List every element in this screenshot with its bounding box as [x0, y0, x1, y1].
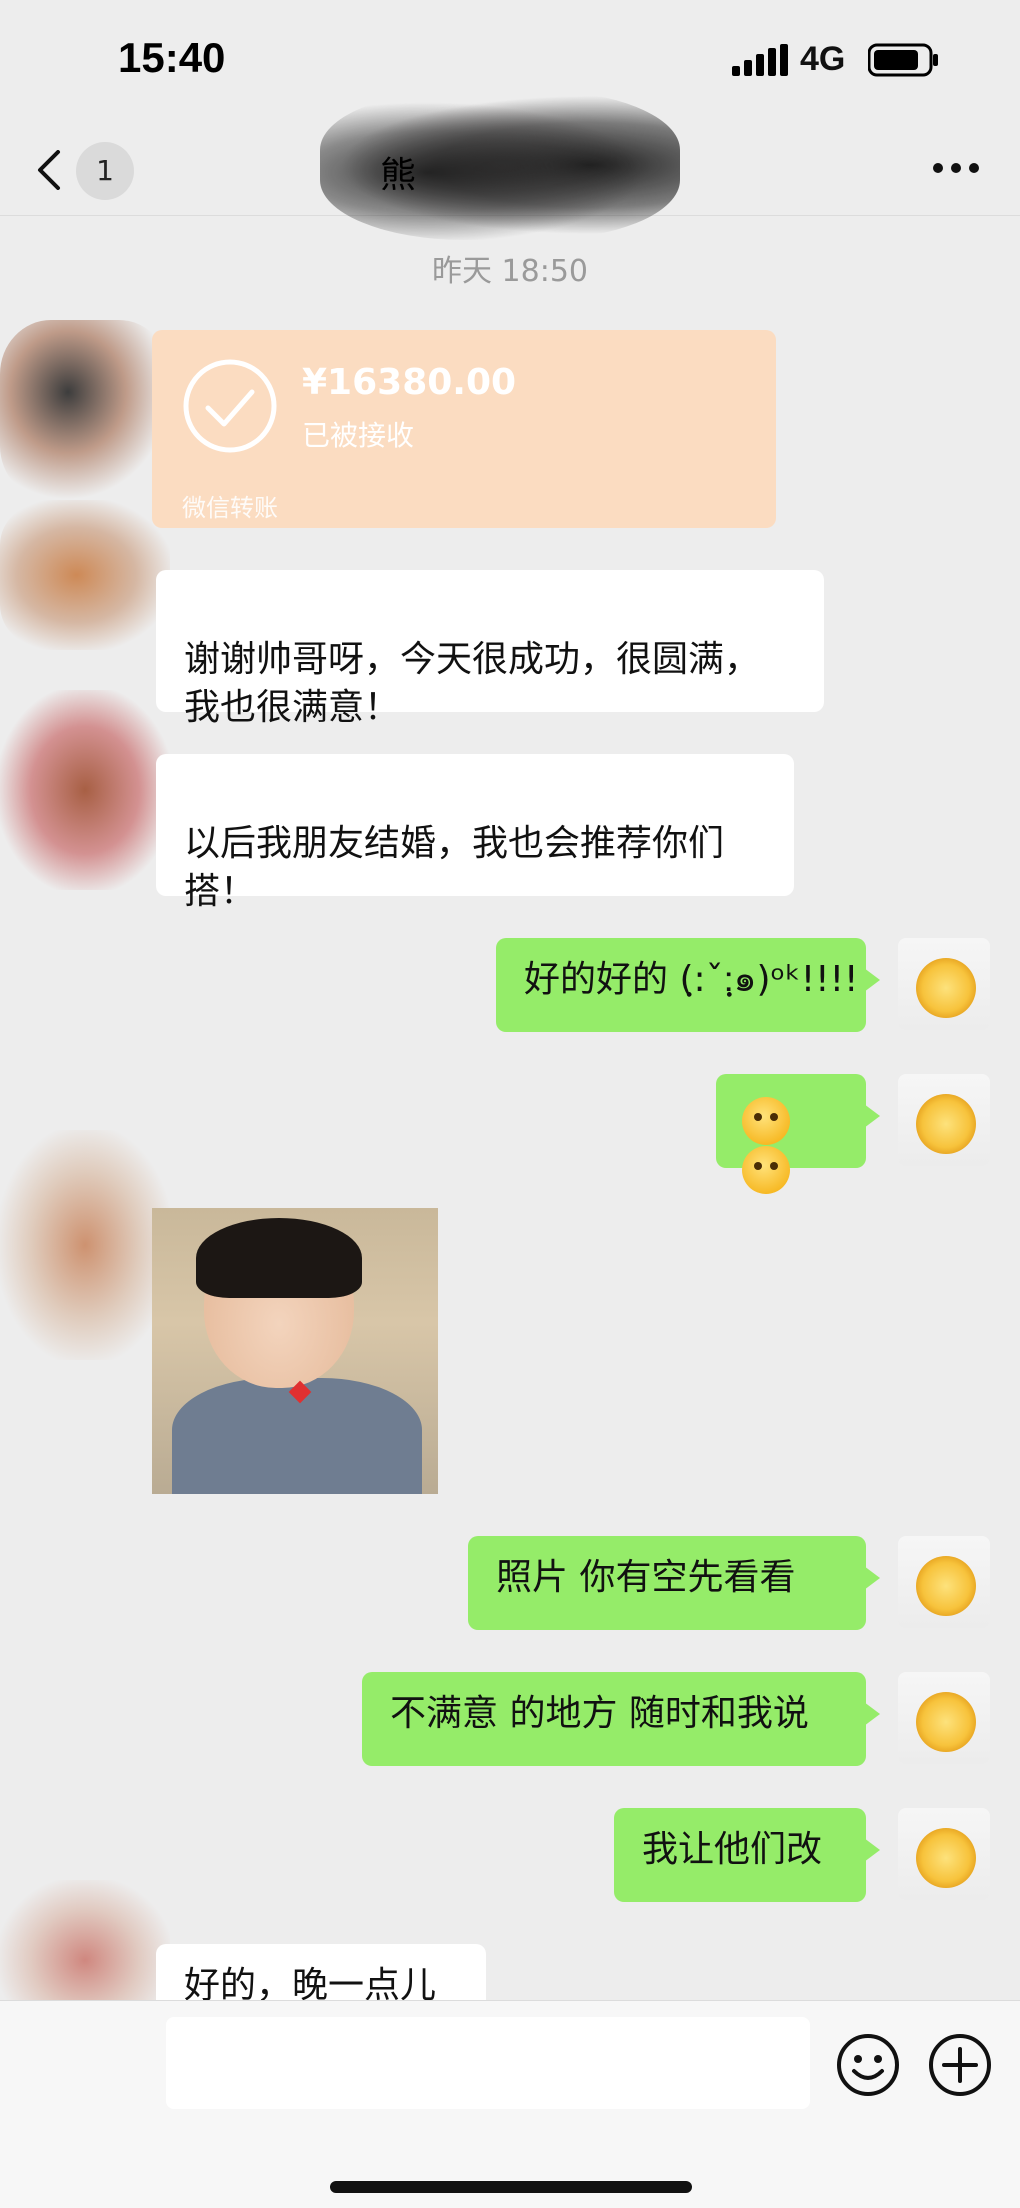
plus-circle-icon[interactable]	[928, 2033, 992, 2097]
chat-header: 1 熊	[0, 90, 1020, 240]
status-time: 15:40	[118, 34, 226, 81]
contact-name: 熊	[380, 155, 417, 196]
wink-emoji	[742, 1097, 790, 1145]
lemon-image	[916, 958, 976, 1018]
transfer-amount: ¥16380.00	[302, 362, 517, 403]
message-input[interactable]	[166, 2017, 810, 2109]
transfer-card[interactable]: ¥16380.00 已被接收 微信转账	[152, 330, 776, 528]
incoming-message[interactable]: 以后我朋友结婚，我也会推荐你们 搭！	[156, 754, 794, 912]
chevron-left-icon	[38, 150, 60, 190]
lemon-image	[916, 1692, 976, 1752]
message-text: 好的好的 (ฺ:ˇ:ฺ๑)ᵒᵏ!!!!	[524, 959, 859, 1000]
message-text: 不满意 的地方 随时和我说	[390, 1693, 809, 1734]
message-timestamp: 昨天 18:50	[432, 254, 588, 289]
lemon-image	[916, 1828, 976, 1888]
self-avatar[interactable]	[898, 1074, 990, 1166]
signal-icon	[732, 44, 788, 76]
contact-avatar-redacted	[0, 1130, 170, 1360]
outgoing-message[interactable]: 我让他们改	[614, 1808, 880, 1902]
network-label: 4G	[800, 40, 846, 78]
outgoing-message[interactable]	[716, 1074, 880, 1194]
check-circle-icon	[183, 359, 277, 453]
unread-badge: 1	[76, 142, 134, 200]
incoming-message[interactable]: 好的，晚一点儿	[156, 1944, 486, 2000]
outgoing-message[interactable]: 照片 你有空先看看	[468, 1536, 880, 1630]
message-text: 好的，晚一点儿	[184, 1965, 437, 2000]
home-indicator	[330, 2181, 692, 2193]
input-bar	[0, 2000, 1020, 2208]
back-button[interactable]: 1	[34, 140, 144, 200]
contact-avatar-redacted	[0, 320, 170, 500]
self-avatar[interactable]	[898, 1672, 990, 1764]
baby-eating-sticker[interactable]	[152, 1208, 438, 1494]
lemon-image	[916, 1094, 976, 1154]
smiley-icon[interactable]	[836, 2033, 900, 2097]
sticker-hair	[196, 1218, 362, 1298]
battery-icon	[868, 43, 938, 77]
transfer-brand: 微信转账	[182, 494, 278, 522]
outgoing-message[interactable]: 不满意 的地方 随时和我说	[362, 1672, 880, 1766]
lemon-image	[916, 1556, 976, 1616]
wink-emoji	[742, 1146, 790, 1194]
message-text: 我让他们改	[642, 1829, 823, 1870]
ellipsis-icon[interactable]	[930, 160, 982, 176]
transfer-status: 已被接收	[302, 419, 415, 452]
redacted-contact-name	[320, 90, 680, 240]
self-avatar[interactable]	[898, 1536, 990, 1628]
self-avatar[interactable]	[898, 938, 990, 1030]
message-text: 以后我朋友结婚，我也会推荐你们 搭！	[184, 823, 725, 912]
outgoing-message[interactable]: 好的好的 (ฺ:ˇ:ฺ๑)ᵒᵏ!!!!	[496, 938, 880, 1032]
message-text: 谢谢帅哥呀，今天很成功，很圆满， 我也很满意！	[184, 639, 761, 728]
incoming-message[interactable]: 谢谢帅哥呀，今天很成功，很圆满， 我也很满意！	[156, 570, 824, 728]
message-text: 照片 你有空先看看	[496, 1557, 796, 1598]
contact-avatar-redacted	[0, 690, 170, 890]
self-avatar[interactable]	[898, 1808, 990, 1900]
contact-avatar-redacted	[0, 500, 170, 650]
